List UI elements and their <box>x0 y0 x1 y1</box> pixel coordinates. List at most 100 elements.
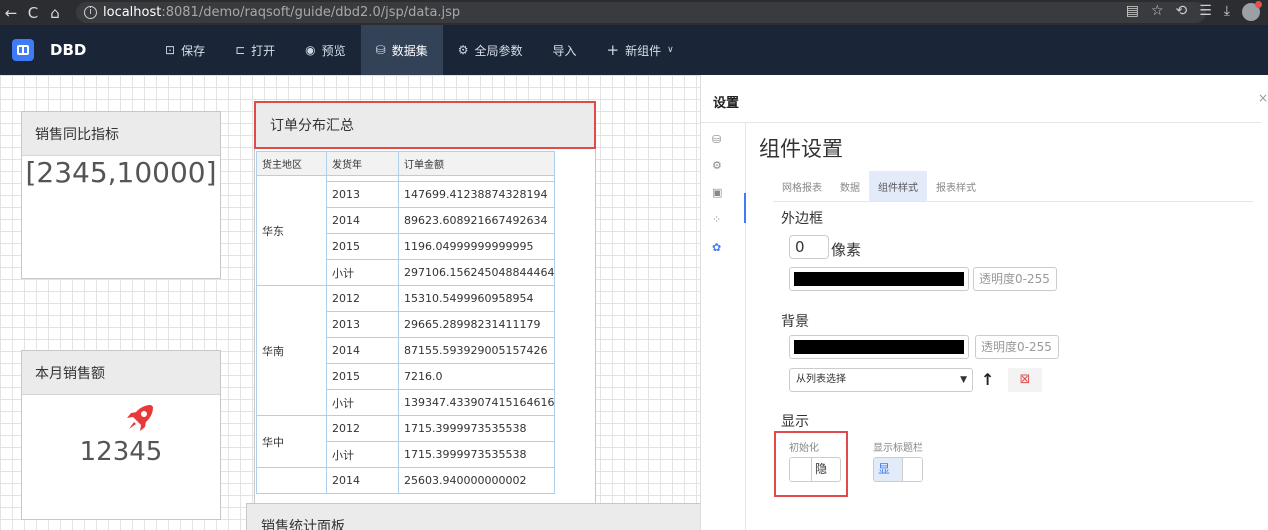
year-cell: 2012 <box>326 285 399 312</box>
year-cell: 2013 <box>326 311 399 338</box>
grid-icon[interactable]: ⁘ <box>712 213 721 226</box>
year-cell: 小计 <box>326 389 399 416</box>
plus-icon: + <box>606 41 620 59</box>
region-cell: 华东 <box>256 175 327 286</box>
border-width-unit: 像素 <box>831 241 862 259</box>
month-sales-card[interactable]: 本月销售额 12345 <box>21 350 221 520</box>
star-icon[interactable]: ☆ <box>1151 3 1164 21</box>
divider <box>773 201 1253 202</box>
browser-toolbar: ← C ⌂ i localhost :8081/demo/raqsoft/gui… <box>0 0 1268 25</box>
document-icon[interactable]: ▣ <box>712 186 722 199</box>
reload-icon[interactable]: C <box>22 4 44 22</box>
region-cell <box>256 467 327 494</box>
settings-title: 设置 <box>713 96 740 111</box>
divider <box>701 122 1261 123</box>
yoy-card[interactable]: 销售同比指标 [2345,10000] <box>21 111 221 279</box>
design-canvas[interactable]: 销售同比指标 [2345,10000] 本月销售额 12345 订单分布汇总 货… <box>0 75 700 530</box>
back-icon[interactable]: ← <box>0 4 22 22</box>
chevron-down-icon: ▼ <box>960 375 967 385</box>
database-icon: ⛁ <box>375 43 386 57</box>
settings-sidebar: ⛁ ⚙ ▣ ⁘ ✿ <box>701 123 746 530</box>
rocket-icon <box>127 405 153 431</box>
import-label: 导入 <box>552 43 577 58</box>
order-table-title[interactable]: 订单分布汇总 <box>254 101 596 149</box>
init-toggle[interactable]: 隐藏 <box>789 457 841 482</box>
amount-cell: 1196.04999999999995 <box>397 233 556 260</box>
close-icon[interactable]: × <box>1258 91 1268 105</box>
open-button[interactable]: ⊏ 打开 <box>220 25 290 75</box>
header-region: 货主地区 <box>256 151 327 176</box>
import-button[interactable]: 导入 <box>538 25 592 75</box>
background-image-select[interactable]: 从列表选择 ▼ <box>789 368 973 392</box>
year-cell: 小计 <box>326 259 399 286</box>
amount-cell: 87155.593929005157426 <box>397 337 556 364</box>
global-params-button[interactable]: ⚙ 全局参数 <box>443 25 538 75</box>
titlebar-label: 显示标题栏 <box>873 443 923 454</box>
year-cell: 2014 <box>326 337 399 364</box>
upload-icon[interactable]: ↑ <box>981 370 994 389</box>
preview-button[interactable]: ◉ 预览 <box>290 25 361 75</box>
url-host: localhost <box>103 5 162 20</box>
background-section-label: 背景 <box>781 314 809 330</box>
year-cell: 2015 <box>326 363 399 390</box>
reader-icon[interactable]: ▤ <box>1126 3 1139 21</box>
border-alpha-input[interactable]: 透明度0-255 <box>973 267 1057 291</box>
info-icon[interactable]: i <box>84 6 97 19</box>
table-row: 华南 2012 15310.5499960958954 <box>256 285 556 416</box>
new-component-label: 新组件 <box>625 43 662 58</box>
amount-cell: 15310.5499960958954 <box>397 285 556 312</box>
app-toolbar: DBD ⊡ 保存 ⊏ 打开 ◉ 预览 ⛁ 数据集 ⚙ 全局参数 导入 + 新组件… <box>0 25 1268 75</box>
app-name: DBD <box>50 41 87 59</box>
settings-tabs: 网格报表 数据 组件样式 报表样式 <box>773 171 985 201</box>
download-icon[interactable]: ⤓ <box>1224 3 1230 21</box>
header-amount: 订单金额 <box>397 151 556 176</box>
logo-icon <box>12 39 34 61</box>
extensions-icon[interactable]: ⟲ <box>1176 3 1188 21</box>
background-color-swatch <box>794 340 964 354</box>
dataset-button[interactable]: ⛁ 数据集 <box>360 25 443 75</box>
database-icon[interactable]: ⛁ <box>712 133 721 146</box>
toggle-knob <box>790 458 813 481</box>
year-cell: 2014 <box>326 467 399 494</box>
select-value: 从列表选择 <box>796 374 846 385</box>
gear-icon[interactable]: ⚙ <box>712 159 722 172</box>
amount-cell: 7216.0 <box>397 363 556 390</box>
amount-cell: 89623.608921667492634 <box>397 207 556 234</box>
folder-open-icon: ⊏ <box>235 43 246 57</box>
year-cell: 2012 <box>326 415 399 442</box>
clear-icon: ⊠ <box>1019 372 1031 387</box>
amount-cell: 147699.41238874328194 <box>397 181 556 208</box>
year-cell: 2014 <box>326 207 399 234</box>
month-sales-value: 12345 <box>79 437 163 467</box>
yoy-card-value: [2345,10000] <box>25 156 217 189</box>
titlebar-toggle[interactable]: 显示 <box>873 457 923 482</box>
clear-image-button[interactable]: ⊠ <box>1008 368 1042 392</box>
year-cell: 小计 <box>326 441 399 468</box>
save-button[interactable]: ⊡ 保存 <box>150 25 220 75</box>
style-settings-icon[interactable]: ✿ <box>712 241 721 254</box>
tab-data[interactable]: 数据 <box>831 171 869 201</box>
region-cell: 华中 <box>256 415 327 468</box>
yoy-card-title: 销售同比指标 <box>22 112 220 156</box>
order-table[interactable]: 货主地区 发货年 订单金额 华东 2013 147699.41238874328… <box>256 151 556 494</box>
address-bar[interactable]: i localhost :8081/demo/raqsoft/guide/dbd… <box>76 2 1206 23</box>
tab-component-style[interactable]: 组件样式 <box>869 171 927 201</box>
profile-avatar[interactable] <box>1242 1 1262 21</box>
background-color-picker[interactable] <box>789 335 969 359</box>
new-component-button[interactable]: + 新组件 ∨ <box>592 25 689 75</box>
tab-grid-report[interactable]: 网格报表 <box>773 171 831 201</box>
global-params-label: 全局参数 <box>474 43 523 58</box>
active-indicator <box>744 193 746 223</box>
home-icon[interactable]: ⌂ <box>44 4 66 22</box>
border-width-input[interactable]: 0 <box>789 235 829 259</box>
table-row: 2014 25603.940000000002 <box>256 467 556 494</box>
border-color-picker[interactable] <box>789 267 969 291</box>
amount-cell: 1715.3999973535538 <box>397 415 556 442</box>
sales-panel-title[interactable]: 销售统计面板 <box>246 503 700 530</box>
gear-icon: ⚙ <box>457 43 469 57</box>
month-sales-icon-area <box>22 395 220 437</box>
background-alpha-input[interactable]: 透明度0-255 <box>975 335 1059 359</box>
tab-report-style[interactable]: 报表样式 <box>927 171 985 201</box>
favorites-icon[interactable]: ☰ <box>1199 3 1212 21</box>
open-label: 打开 <box>251 43 276 58</box>
